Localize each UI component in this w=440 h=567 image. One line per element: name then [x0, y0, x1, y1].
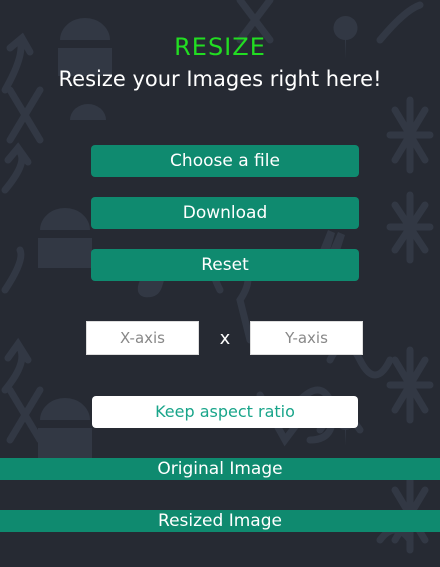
page-subtitle: Resize your Images right here!	[58, 67, 382, 91]
dimension-separator: x	[219, 328, 231, 349]
choose-file-button[interactable]: Choose a file	[91, 145, 359, 177]
resize-app: RESIZE Resize your Images right here! Ch…	[0, 0, 440, 567]
resized-image-header: Resized Image	[0, 510, 440, 532]
download-button[interactable]: Download	[91, 197, 359, 229]
reset-button[interactable]: Reset	[91, 249, 359, 281]
y-axis-input[interactable]	[250, 321, 363, 355]
page-title: RESIZE	[174, 33, 266, 61]
original-image-header: Original Image	[0, 458, 440, 480]
keep-aspect-ratio-button[interactable]: Keep aspect ratio	[92, 396, 358, 428]
x-axis-input[interactable]	[86, 321, 199, 355]
